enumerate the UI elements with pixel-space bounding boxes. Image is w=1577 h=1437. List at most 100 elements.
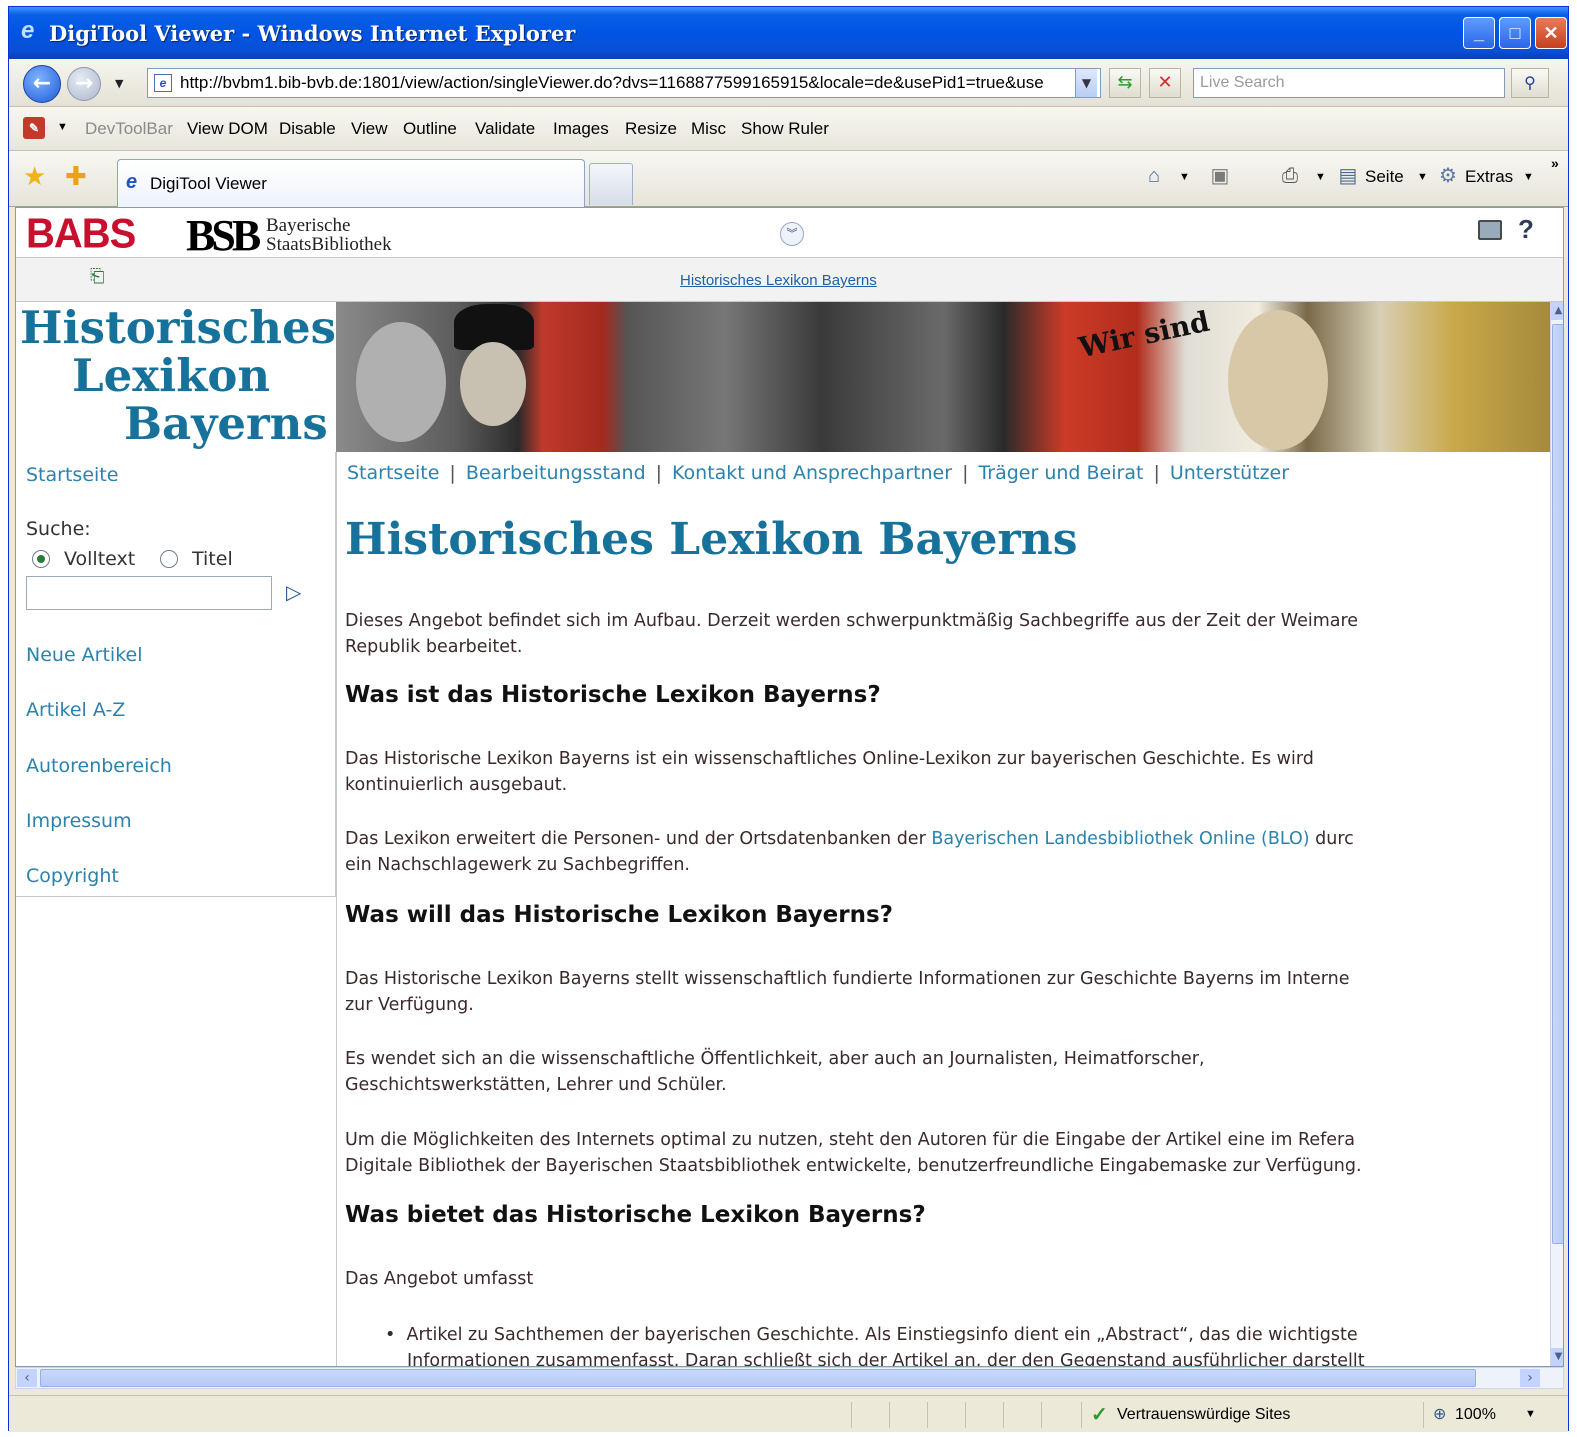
address-toolbar: ← → ▼ e http://bvbm1.bib-bvb.de:1801/vie… [9, 59, 1568, 107]
sidebar-search-input[interactable] [26, 576, 272, 610]
search-button[interactable]: ⚲ [1511, 68, 1549, 98]
nav-kontakt[interactable]: Kontakt und Ansprechpartner [672, 462, 952, 484]
maximize-button[interactable]: □ [1499, 17, 1531, 49]
collapse-header-icon[interactable]: ︾ [780, 222, 804, 246]
ie-window: e DigiTool Viewer - Windows Internet Exp… [8, 6, 1569, 1432]
nav-startseite[interactable]: Startseite [347, 462, 439, 484]
collage-portrait-3 [1228, 310, 1328, 450]
vertical-scroll-thumb[interactable] [1552, 324, 1563, 1244]
search-go-icon[interactable]: ▷ [286, 580, 301, 604]
status-divider [1423, 1402, 1424, 1428]
bsb-logo-text: Bayerische StaatsBibliothek [266, 216, 392, 254]
sidebar-artikel-az[interactable]: Artikel A-Z [26, 699, 125, 721]
home-dropdown-icon[interactable]: ▼ [1179, 171, 1190, 183]
devtoolbar-outline[interactable]: Outline [403, 119, 457, 139]
browser-viewport: BABS BSB Bayerische StaatsBibliothek ︾ ?… [15, 207, 1564, 1367]
page-menu[interactable]: Seite [1365, 167, 1404, 187]
tools-dropdown-icon[interactable]: ▼ [1523, 171, 1534, 183]
forward-button[interactable]: → [67, 67, 101, 101]
stop-button[interactable]: ✕ [1149, 68, 1181, 98]
sidebar-copyright[interactable]: Copyright [26, 865, 119, 887]
bsb-line2: StaatsBibliothek [266, 234, 392, 255]
security-zone[interactable]: Vertrauenswürdige Sites [1117, 1406, 1290, 1424]
monitor-icon[interactable] [1478, 220, 1502, 240]
lexikon-page: Historisches Lexikon Bayerns Wir sind St… [16, 302, 1550, 1366]
tools-menu[interactable]: Extras [1465, 167, 1513, 187]
help-icon[interactable]: ? [1518, 214, 1534, 245]
devtoolbar-view[interactable]: View [351, 119, 388, 139]
p2-text-a: Das Lexikon erweitert die Personen- und … [345, 829, 932, 849]
refresh-button[interactable]: ⇆ [1109, 68, 1141, 98]
paragraph-2: Das Lexikon erweitert die Personen- und … [345, 826, 1563, 878]
zoom-level[interactable]: 100% [1455, 1406, 1496, 1424]
print-icon[interactable]: ⎙ [1277, 163, 1303, 189]
nav-bearbeitungsstand[interactable]: Bearbeitungsstand [466, 462, 646, 484]
vertical-scrollbar[interactable]: ▲ ▼ [1550, 302, 1563, 1366]
zoom-icon[interactable]: ⊕ [1433, 1404, 1446, 1424]
scroll-down-icon[interactable]: ▼ [1551, 1348, 1563, 1366]
left-sidebar: Startseite Suche: Volltext Titel ▷ Neue … [16, 452, 336, 897]
lexikon-logo[interactable]: Historisches Lexikon Bayerns [16, 302, 336, 452]
devtoolbar-images[interactable]: Images [553, 119, 609, 139]
back-button[interactable]: ← [23, 65, 61, 103]
sidebar-startseite[interactable]: Startseite [26, 464, 118, 486]
devtoolbar-dropdown-icon[interactable]: ▼ [57, 121, 68, 133]
sidebar-neue-artikel[interactable]: Neue Artikel [26, 644, 143, 666]
intro-paragraph: Dieses Angebot befindet sich im Aufbau. … [345, 608, 1563, 660]
radio-volltext[interactable] [32, 550, 50, 568]
digitool-header: BABS BSB Bayerische StaatsBibliothek ︾ ? [16, 208, 1563, 260]
devtoolbar-validate[interactable]: Validate [475, 119, 535, 139]
window-title: DigiTool Viewer - Windows Internet Explo… [49, 21, 576, 46]
scroll-up-icon[interactable]: ▲ [1551, 302, 1563, 320]
status-divider [965, 1402, 966, 1428]
devtoolbar-disable[interactable]: Disable [279, 119, 336, 139]
scroll-left-icon[interactable]: ‹ [17, 1369, 37, 1387]
more-chevron-icon[interactable]: » [1551, 155, 1559, 171]
feeds-icon[interactable]: ▣ [1207, 163, 1233, 189]
tab-digitool-viewer[interactable]: e DigiTool Viewer [117, 159, 585, 207]
favorites-star-icon[interactable]: ★ [23, 163, 46, 189]
nav-traeger-beirat[interactable]: Träger und Beirat [978, 462, 1143, 484]
horizontal-scroll-thumb[interactable] [40, 1369, 1476, 1387]
bullet-glyph: • [385, 1325, 396, 1345]
scroll-right-icon[interactable]: › [1520, 1369, 1540, 1387]
devtoolbar-view-dom[interactable]: View DOM [187, 119, 268, 139]
devtoolbar-misc[interactable]: Misc [691, 119, 726, 139]
search-label: Suche: [26, 518, 91, 540]
back-to-list-icon[interactable]: ⎗ [90, 266, 112, 287]
status-divider [851, 1402, 852, 1428]
paragraph-1: Das Historische Lexikon Bayerns ist ein … [345, 746, 1563, 798]
nav-unterstuetzer[interactable]: Unterstützer [1170, 462, 1289, 484]
address-input[interactable]: e http://bvbm1.bib-bvb.de:1801/view/acti… [147, 68, 1101, 98]
zoom-dropdown-icon[interactable]: ▼ [1525, 1408, 1536, 1420]
history-dropdown-icon[interactable]: ▼ [115, 77, 123, 90]
sidebar-autorenbereich[interactable]: Autorenbereich [26, 755, 172, 777]
status-bar: ✓ Vertrauenswürdige Sites ⊕ 100% ▼ [9, 1395, 1568, 1432]
minimize-button[interactable]: _ [1463, 17, 1495, 49]
search-input[interactable]: Live Search [1193, 68, 1505, 98]
add-favorite-icon[interactable]: ✚ [65, 163, 87, 189]
sidebar-impressum[interactable]: Impressum [26, 810, 132, 832]
address-dropdown-icon[interactable]: ▼ [1075, 69, 1097, 97]
devtoolbar-resize[interactable]: Resize [625, 119, 677, 139]
page-dropdown-icon[interactable]: ▼ [1417, 171, 1428, 183]
home-icon[interactable]: ⌂ [1141, 163, 1167, 189]
blo-link[interactable]: Bayerischen Landesbibliothek Online (BLO… [931, 829, 1309, 849]
p1-line-2: kontinuierlich ausgebaut. [345, 775, 568, 795]
tab-toolbar: ★ ✚ e DigiTool Viewer ⌂ ▼ ▣ ⎙ ▼ ▤ Seite … [9, 151, 1568, 207]
tab-ie-icon: e [126, 171, 138, 193]
digitool-subheader: ⎗ Historisches Lexikon Bayerns [16, 258, 1563, 302]
page-menu-icon[interactable]: ▤ [1335, 163, 1361, 189]
header-collage-image: Wir sind [336, 302, 1550, 452]
devtoolbar-show-ruler[interactable]: Show Ruler [741, 119, 829, 139]
close-button[interactable]: ✕ [1535, 17, 1567, 49]
heading-was-will: Was will das Historische Lexikon Bayerns… [345, 902, 894, 928]
horizontal-scrollbar[interactable]: ‹ › [15, 1367, 1564, 1389]
tools-gear-icon[interactable]: ⚙ [1435, 163, 1461, 189]
print-dropdown-icon[interactable]: ▼ [1315, 171, 1326, 183]
devtoolbar-icon[interactable]: ✎ [23, 117, 45, 139]
new-tab-button[interactable] [589, 163, 633, 205]
radio-titel[interactable] [160, 550, 178, 568]
object-title-link[interactable]: Historisches Lexikon Bayerns [680, 272, 877, 289]
nav-separator: | [1153, 462, 1160, 484]
